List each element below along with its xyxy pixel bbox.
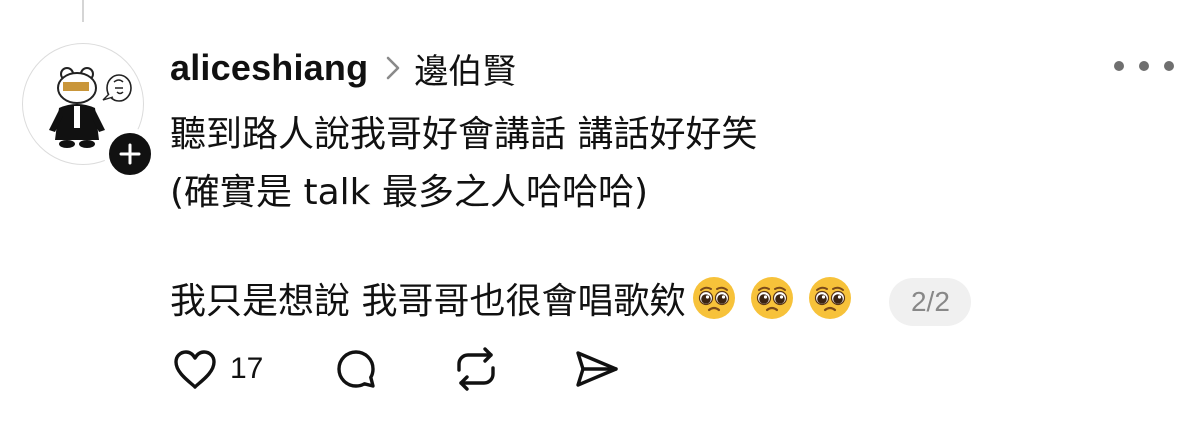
page-indicator-badge[interactable]: 2/2 (889, 277, 972, 326)
more-dot-icon (1164, 61, 1174, 71)
chevron-right-icon (386, 56, 400, 80)
like-button[interactable]: 17 (172, 348, 263, 390)
repost-button[interactable] (451, 346, 501, 392)
pleading-face-emoji-icon (807, 275, 853, 328)
like-count: 17 (230, 352, 264, 385)
heart-icon (174, 350, 216, 389)
post-text-line-3-row: 我只是想說 我哥哥也很會唱歌欸 2/2 (170, 275, 972, 328)
emoji-group (691, 275, 865, 328)
comment-icon (337, 350, 376, 388)
follow-button[interactable] (104, 128, 156, 180)
username-link[interactable]: aliceshiang (170, 47, 368, 89)
pleading-face-emoji-icon (691, 275, 737, 328)
comment-button[interactable] (333, 346, 379, 392)
share-button[interactable] (573, 347, 621, 391)
post-header: aliceshiang 邊伯賢 (170, 40, 516, 96)
more-options-button[interactable] (1114, 54, 1174, 78)
post-text-line-1: 聽到路人說我哥好會講話 講話好好笑 (170, 114, 758, 155)
action-bar: 17 (172, 344, 621, 394)
post-text-line-3: 我只是想說 我哥哥也很會唱歌欸 (170, 280, 686, 322)
reply-to-user-link[interactable]: 邊伯賢 (414, 44, 516, 93)
repost-icon (457, 347, 496, 391)
post-text-line-2: (確實是 talk 最多之人哈哈哈) (170, 172, 649, 213)
more-dot-icon (1114, 61, 1124, 71)
share-icon (576, 351, 619, 387)
thread-line (82, 0, 84, 22)
pleading-face-emoji-icon (749, 275, 795, 328)
more-dot-icon (1139, 61, 1149, 71)
plus-icon (119, 143, 141, 165)
